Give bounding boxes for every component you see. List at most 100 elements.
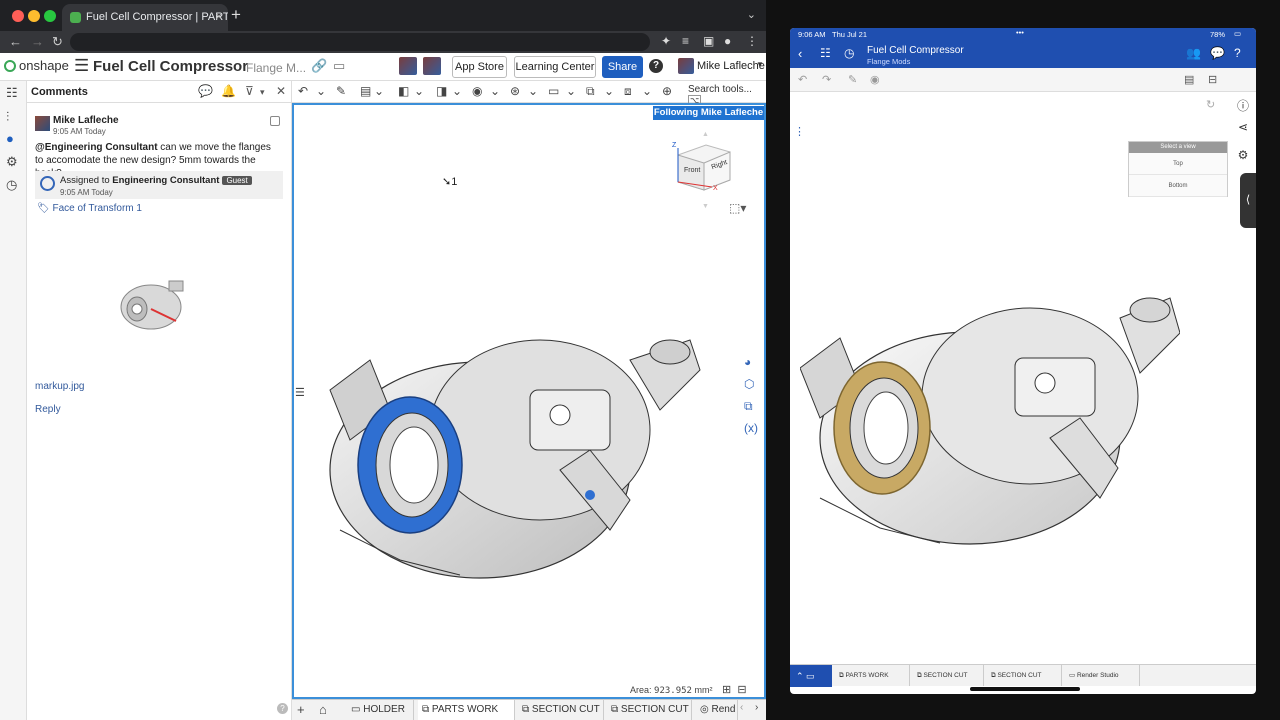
ipad-tab-parts-work[interactable]: ⧉ PARTS WORK	[836, 665, 910, 686]
comments-icon[interactable]: 💬	[1210, 46, 1225, 60]
scroll-right-icon[interactable]: ›	[755, 702, 758, 713]
pattern-caret-icon[interactable]: ⌄	[528, 84, 538, 98]
gesture-handle-icon[interactable]: ⋮	[794, 125, 805, 138]
undo-caret-icon[interactable]: ⌄	[316, 84, 326, 98]
ipad-tab-section-cut-2[interactable]: ⧉ SECTION CUT	[988, 665, 1062, 686]
boolean-icon[interactable]: ◉	[870, 73, 880, 86]
mention[interactable]: @Engineering Consultant	[35, 142, 158, 153]
undo-icon[interactable]: ↶	[798, 73, 807, 86]
back-icon[interactable]: ←	[9, 34, 22, 49]
side-drawer-handle[interactable]: ⟨	[1240, 173, 1256, 228]
search-tools-input[interactable]: Search tools... ⌥	[688, 84, 764, 106]
ipad-tab-section-cut-1[interactable]: ⧉ SECTION CUT	[914, 665, 984, 686]
appearance-icon[interactable]: ⚙	[1230, 148, 1256, 176]
ipad-tab-render-studio[interactable]: ▭ Render Studio	[1066, 665, 1140, 686]
plane-icon[interactable]: ▭	[548, 84, 559, 98]
extrude-icon[interactable]: ▤	[360, 84, 371, 98]
minimize-window-button[interactable]	[28, 10, 40, 22]
feature-tree-icon[interactable]: ☷	[820, 46, 831, 60]
history-clock-icon[interactable]: ◷	[844, 46, 854, 60]
measure-tools-icon[interactable]: ⊞ ⊟	[722, 683, 747, 696]
reading-list-icon[interactable]: ≡	[682, 34, 689, 48]
sheet-icon[interactable]: ▤	[1184, 73, 1194, 86]
sheet-metal-icon[interactable]: ⧈	[624, 84, 632, 99]
measure-icon[interactable]: ⊟	[1208, 73, 1217, 86]
onshape-logo[interactable]: onshape	[4, 58, 69, 73]
boolean-caret-icon[interactable]: ⌄	[490, 84, 500, 98]
redo-icon[interactable]: ↷	[822, 73, 831, 86]
browser-menu-icon[interactable]: ⋮	[746, 34, 758, 48]
link-icon[interactable]: 🔗	[311, 58, 327, 74]
feature-list-icon[interactable]: ☷	[6, 85, 18, 101]
info-icon[interactable]: ⓘ	[1230, 92, 1256, 120]
variables-icon[interactable]: (x)	[744, 421, 764, 443]
sync-icon[interactable]: ↻	[1206, 98, 1215, 111]
scroll-left-icon[interactable]: ‹	[740, 702, 743, 713]
add-comment-icon[interactable]: 💬	[198, 84, 213, 98]
close-window-button[interactable]	[12, 10, 24, 22]
collaborator-avatar[interactable]	[399, 57, 417, 75]
tab-holder[interactable]: ▭ HOLDER	[347, 700, 414, 720]
tab-render[interactable]: ◎ Rend	[696, 700, 738, 720]
close-tab-icon[interactable]: ×	[216, 4, 222, 31]
home-icon[interactable]: ⌂	[319, 702, 327, 717]
sheet-metal-caret-icon[interactable]: ⌄	[642, 84, 652, 98]
shell-icon[interactable]: ◨	[436, 84, 447, 98]
new-tab-button[interactable]: +	[231, 5, 241, 25]
folder-icon[interactable]: ▭	[333, 58, 345, 74]
boolean-icon[interactable]: ◉	[472, 84, 482, 98]
browser-tab-active[interactable]: Fuel Cell Compressor | PARTS WORK ×	[62, 4, 228, 31]
view-cube[interactable]: Front Right Z X ▲ ▼	[668, 130, 738, 210]
forward-icon[interactable]: →	[31, 34, 44, 49]
tab-section-cut-1[interactable]: ⧉ SECTION CUT	[518, 700, 604, 720]
learning-center-button[interactable]: Learning Center	[514, 56, 596, 78]
compressor-model-desktop[interactable]	[310, 300, 710, 590]
extrude-caret-icon[interactable]: ⌄	[374, 84, 384, 98]
zoom-window-button[interactable]	[44, 10, 56, 22]
undo-icon[interactable]: ↶	[298, 84, 308, 98]
app-store-button[interactable]: App Store	[452, 56, 507, 78]
collaborators-icon[interactable]: 👥	[1186, 46, 1201, 60]
close-panel-icon[interactable]: ✕	[276, 84, 286, 98]
share-button[interactable]: Share	[602, 56, 643, 78]
user-menu[interactable]: Mike Lafleche	[697, 60, 765, 72]
parts-panel-icon[interactable]: ⬡	[744, 377, 764, 399]
markup-thumbnail[interactable]	[111, 269, 195, 339]
pattern-icon[interactable]: ⊛	[510, 84, 520, 98]
feature-list-toggle-icon[interactable]: ☰	[295, 386, 311, 404]
parts-tree-icon[interactable]: ⫶	[6, 109, 9, 125]
address-bar[interactable]	[70, 33, 650, 51]
reply-link[interactable]: Reply	[35, 404, 61, 415]
collaborator-avatar[interactable]	[423, 57, 441, 75]
workspace-name[interactable]: Flange M...	[246, 61, 306, 75]
shell-caret-icon[interactable]: ⌄	[452, 84, 462, 98]
user-menu-caret-icon[interactable]: ▼	[756, 60, 764, 69]
view-option-bottom[interactable]: Bottom	[1129, 175, 1227, 197]
ipad-home-tab-icon[interactable]: ⌃ ▭	[790, 665, 832, 687]
reload-icon[interactable]: ↻	[52, 34, 63, 50]
help-circle-icon[interactable]: ?	[277, 703, 288, 714]
main-menu-icon[interactable]: ☰	[74, 56, 89, 76]
appearance-panel-icon[interactable]: ◕	[744, 355, 764, 377]
crosshair-icon[interactable]: ⊕	[662, 84, 672, 98]
fillet-icon[interactable]: ◧	[398, 84, 409, 98]
filter-caret-icon[interactable]: ▾	[260, 87, 265, 98]
history-icon[interactable]: ◷	[6, 177, 17, 193]
fillet-caret-icon[interactable]: ⌄	[414, 84, 424, 98]
configurations-icon[interactable]: ⧉	[744, 399, 764, 421]
help-icon[interactable]: ?	[649, 59, 663, 73]
comments-rail-icon[interactable]: ●	[6, 131, 14, 146]
plane-caret-icon[interactable]: ⌄	[566, 84, 576, 98]
home-indicator[interactable]	[970, 687, 1080, 691]
appearance-icon[interactable]: ⚙	[6, 154, 18, 170]
add-tab-icon[interactable]: +	[297, 702, 305, 717]
sketch-icon[interactable]: ✎	[336, 84, 346, 98]
back-chevron-icon[interactable]: ‹	[798, 46, 802, 61]
multitask-dots-icon[interactable]: •••	[1016, 28, 1024, 37]
view-options-cube-icon[interactable]: ⬚▾	[729, 201, 746, 215]
filter-icon[interactable]: ⊽	[245, 84, 254, 98]
help-icon[interactable]: ?	[1234, 46, 1241, 60]
tab-search-chevron-icon[interactable]: ⌄	[747, 8, 756, 21]
notifications-icon[interactable]: 🔔	[221, 84, 236, 98]
mate-connector-icon[interactable]: ⧉	[586, 84, 595, 99]
